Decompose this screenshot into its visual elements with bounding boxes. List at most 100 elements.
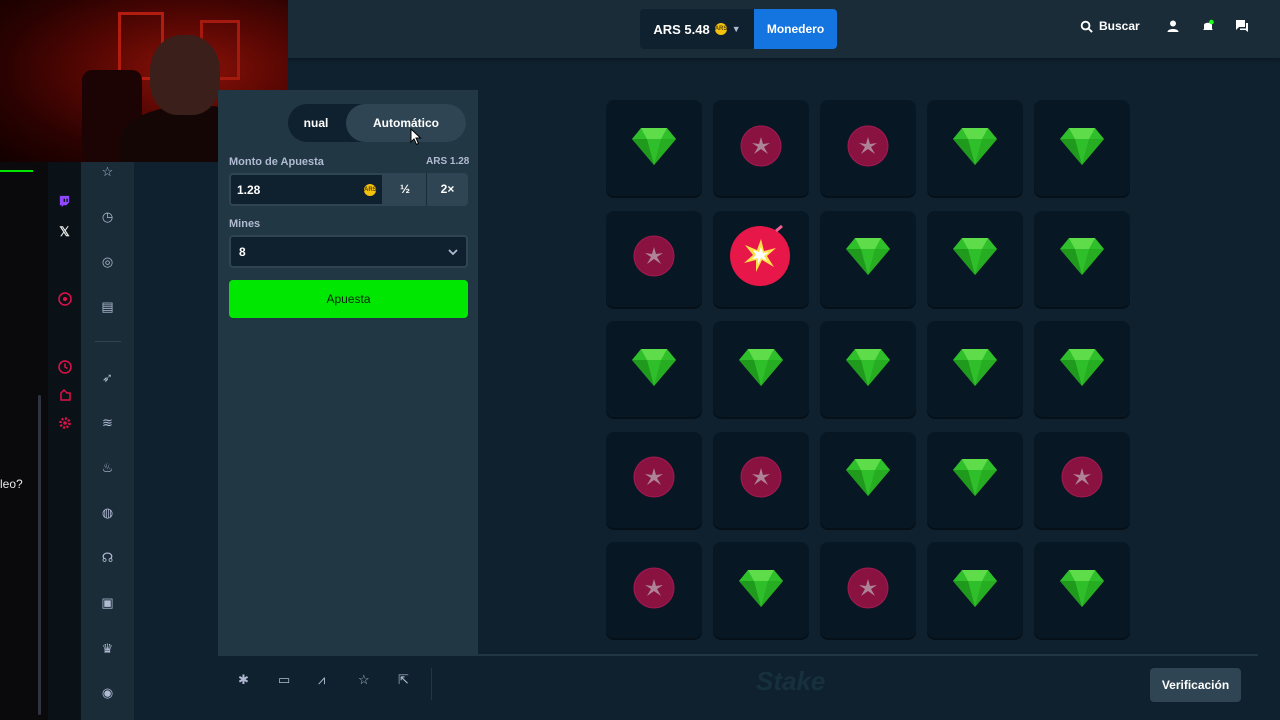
footer-divider [431,668,432,700]
double-bet-button[interactable]: 2× [426,173,468,206]
half-bet-button[interactable]: ½ [384,173,426,206]
mine-icon [846,566,890,615]
board-tile[interactable] [820,431,916,528]
board-tile[interactable] [713,100,809,196]
bet-amount-field: 1.28 ARS ½ 2× [229,173,468,206]
stake-logo: Stake [756,666,826,696]
notifications-icon[interactable] [1201,19,1215,36]
bet-amount-label: Monto de Apuesta [229,156,324,168]
board-tile[interactable] [606,542,702,638]
bet-amount-conversion: ARS 1.28 [426,156,470,167]
webcam-person-head [150,35,220,115]
board-tile[interactable] [820,321,916,417]
gift-icon[interactable]: ▣ [81,595,134,611]
board-tile[interactable] [1034,100,1130,196]
tab-automatic[interactable]: Automático [346,104,466,142]
board-tile[interactable] [927,542,1023,638]
gem-icon [845,457,891,502]
mine-icon [1060,455,1104,504]
board-tile[interactable] [606,321,702,417]
mine-icon [846,124,890,173]
theater-icon[interactable]: ▭ [278,672,290,688]
popout-icon[interactable]: ⇱ [398,672,409,688]
star-icon[interactable]: ☆ [81,164,134,180]
gem-icon [952,347,998,392]
bet-controls-panel: nual Automático Monto de Apuesta ARS 1.2… [218,90,478,654]
x-icon[interactable]: 𝕏 [48,224,81,240]
board-tile[interactable] [927,431,1023,528]
mines-label: Mines [229,218,261,230]
bomb-explosion-icon [728,223,794,294]
gem-icon [1059,126,1105,171]
top-header: ARS 5.48 ARS ▼ Monedero Buscar [134,0,1280,58]
gem-icon [738,568,784,613]
board-tile[interactable] [1034,210,1130,307]
bet-amount-value: 1.28 [237,182,261,197]
board-tile[interactable] [820,542,916,638]
globe-icon[interactable]: ◍ [81,505,134,521]
user-icon[interactable] [1166,19,1180,36]
board-tile[interactable] [606,431,702,528]
gear-icon[interactable] [48,416,81,433]
board-tile[interactable] [820,100,916,196]
mines-game: nual Automático Monto de Apuesta ARS 1.2… [218,90,1258,708]
headset-icon[interactable]: ☊ [81,550,134,566]
board-tile[interactable] [606,210,702,307]
play-icon[interactable] [48,292,81,309]
crown-icon[interactable]: ♛ [81,641,134,657]
puzzle-icon[interactable] [48,388,81,405]
gem-icon [845,236,891,281]
rocket-icon[interactable]: ➶ [81,370,134,386]
mine-icon [632,455,676,504]
board-tile[interactable] [927,100,1023,196]
support-icon[interactable]: ◉ [81,685,134,701]
board-tile[interactable] [713,210,809,307]
mine-icon [739,124,783,173]
twitch-icon[interactable] [48,195,81,211]
mines-board [478,90,1258,654]
stats-icon[interactable]: ⩘ [318,672,325,688]
board-tile[interactable] [713,542,809,638]
gem-icon [845,347,891,392]
settings-icon[interactable]: ✱ [238,672,249,688]
clock-icon[interactable] [48,360,81,377]
history-icon[interactable]: ◷ [81,209,134,225]
chat-icon[interactable] [1235,19,1249,36]
target-icon[interactable]: ◎ [81,254,134,270]
board-tile[interactable] [927,210,1023,307]
chat-message-fragment: leo? [0,477,23,491]
fire-icon[interactable]: ♨ [81,460,134,476]
favorite-icon[interactable]: ☆ [358,672,370,688]
verification-button[interactable]: Verificación [1150,668,1241,702]
gem-icon [631,126,677,171]
mine-icon [632,566,676,615]
board-tile[interactable] [713,321,809,417]
gem-icon [631,347,677,392]
wallet-button[interactable]: Monedero [754,9,837,49]
gem-icon [738,347,784,392]
mouse-cursor-icon [410,128,422,146]
mine-icon [739,455,783,504]
chat-highlight-bar [0,170,33,172]
store-icon[interactable]: ▤ [81,299,134,315]
mode-toggle: nual Automático [288,104,466,142]
chevron-down-icon: ▼ [731,24,741,34]
trending-icon[interactable]: ≋ [81,415,134,431]
bet-button[interactable]: Apuesta [229,280,468,318]
search-icon [1080,20,1093,33]
board-tile[interactable] [927,321,1023,417]
search-label: Buscar [1099,19,1140,33]
board-tile[interactable] [1034,321,1130,417]
tab-manual[interactable]: nual [288,104,344,142]
board-tile[interactable] [1034,431,1130,528]
chat-scrollbar[interactable] [38,395,41,715]
board-tile[interactable] [606,100,702,196]
balance-selector[interactable]: ARS 5.48 ARS ▼ [640,9,754,49]
gem-icon [952,568,998,613]
board-tile[interactable] [1034,542,1130,638]
board-tile[interactable] [820,210,916,307]
mines-select[interactable]: 8 [229,235,468,268]
bet-amount-input[interactable]: 1.28 ARS [229,173,384,206]
search-button[interactable]: Buscar [1080,19,1140,33]
board-tile[interactable] [713,431,809,528]
